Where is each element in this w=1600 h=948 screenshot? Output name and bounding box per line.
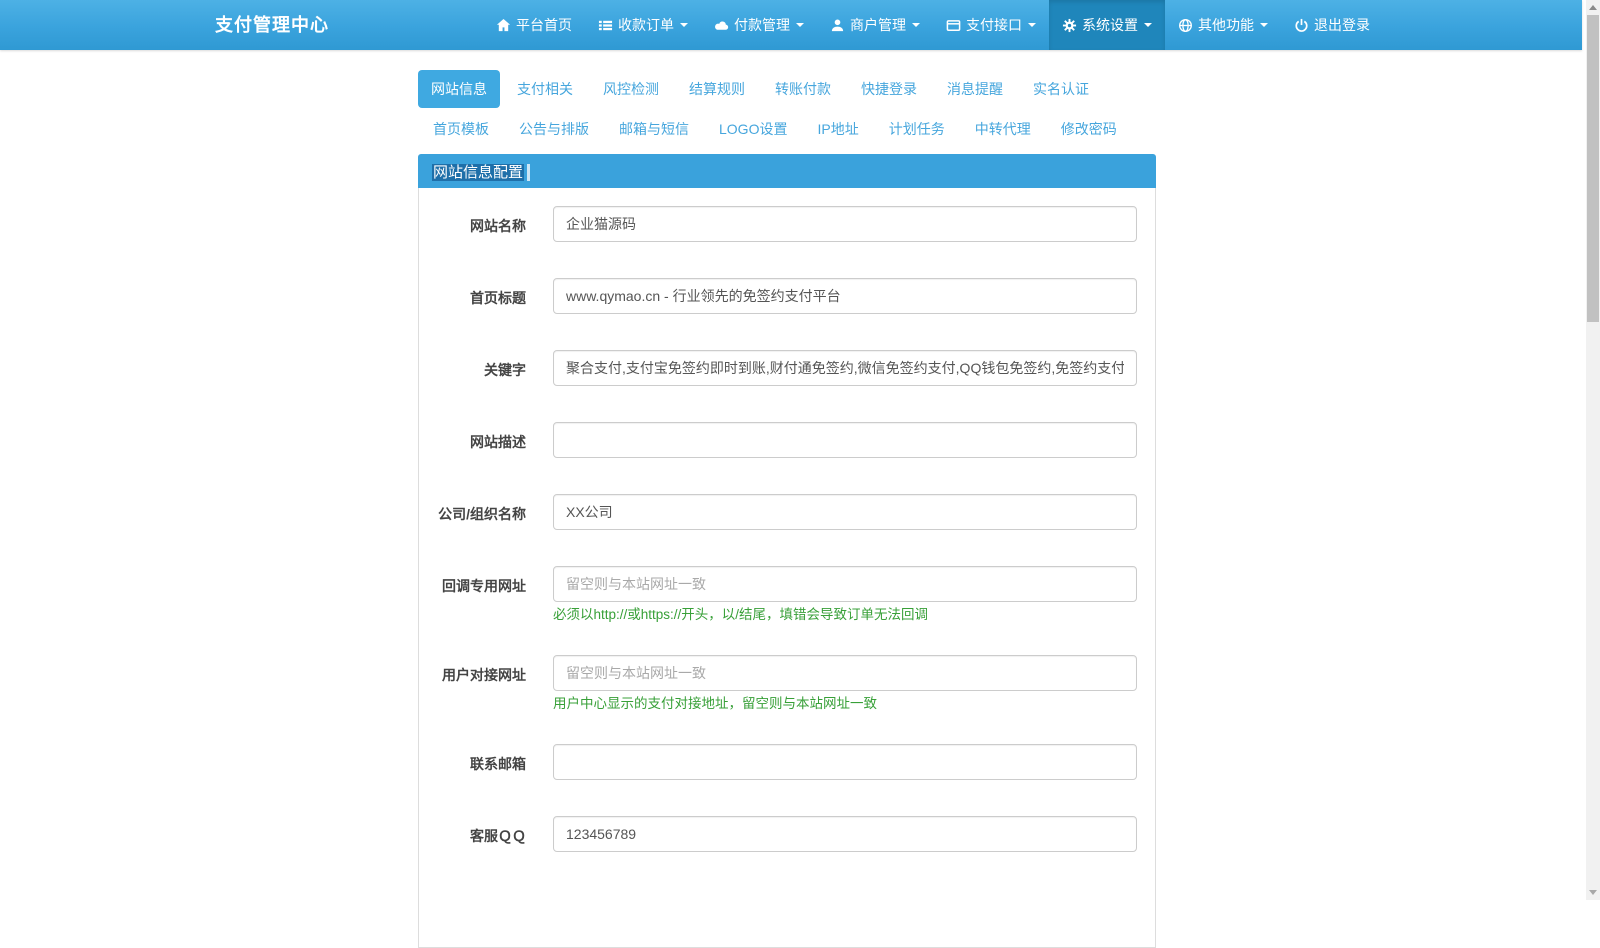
chevron-down-icon [680,23,688,27]
nav-item-label: 系统设置 [1082,17,1138,33]
top-navbar: 支付管理中心 平台首页 收款订单 付款管理 商户管理 支付接口 系统设置 其他功… [0,0,1582,50]
nav-item-orders[interactable]: 收款订单 [585,0,701,50]
user-url-input[interactable] [553,655,1137,691]
field-description: 网站描述 [434,422,1140,458]
home-icon [496,18,511,33]
site-info-panel: 网站信息配置 网站名称 首页标题 关键字 [418,154,1156,948]
description-input[interactable] [553,422,1137,458]
scrollbar-thumb[interactable] [1587,15,1599,322]
nav-item-label: 收款订单 [618,17,674,33]
tab-logo-settings[interactable]: LOGO设置 [706,110,800,148]
field-label: 客服ＱＱ [470,828,526,844]
globe-icon [1178,18,1193,33]
tab-mail-sms[interactable]: 邮箱与短信 [606,110,702,148]
nav-item-label: 支付接口 [966,17,1022,33]
callback-url-input[interactable] [553,566,1137,602]
field-label: 用户对接网址 [442,667,526,683]
tab-change-password[interactable]: 修改密码 [1048,110,1130,148]
chevron-down-icon [1028,23,1036,27]
tab-realname-auth[interactable]: 实名认证 [1020,70,1102,108]
field-label: 关键字 [484,362,526,378]
main-menu: 平台首页 收款订单 付款管理 商户管理 支付接口 系统设置 其他功能 退出登录 [483,0,1383,50]
arrow-up-icon [1589,5,1597,10]
settings-tabs-row1: 网站信息 支付相关 风控检测 结算规则 转账付款 快捷登录 消息提醒 实名认证 [418,70,1156,108]
nav-item-payouts[interactable]: 付款管理 [701,0,817,50]
nav-item-label: 退出登录 [1314,17,1370,33]
nav-item-label: 平台首页 [516,17,572,33]
tab-payment[interactable]: 支付相关 [504,70,586,108]
nav-item-logout[interactable]: 退出登录 [1281,0,1383,50]
field-service-qq: 客服ＱＱ [434,816,1140,852]
keywords-input[interactable] [553,350,1137,386]
gear-icon [1062,18,1077,33]
nav-item-merchants[interactable]: 商户管理 [817,0,933,50]
tab-message-notify[interactable]: 消息提醒 [934,70,1016,108]
arrow-down-icon [1589,890,1597,895]
chevron-down-icon [796,23,804,27]
tab-quick-login[interactable]: 快捷登录 [848,70,930,108]
nav-item-label: 其他功能 [1198,17,1254,33]
tab-transfer-payment[interactable]: 转账付款 [762,70,844,108]
email-input[interactable] [553,744,1137,780]
nav-item-gateways[interactable]: 支付接口 [933,0,1049,50]
tab-announcement[interactable]: 公告与排版 [506,110,602,148]
field-label: 网站描述 [470,434,526,450]
nav-item-label: 付款管理 [734,17,790,33]
field-callback-url: 回调专用网址 必须以http://或https://开头，以/结尾，填错会导致订… [434,566,1140,623]
panel-title: 网站信息配置 [432,161,531,182]
user-url-help: 用户中心显示的支付对接地址，留空则与本站网址一致 [553,696,877,711]
settings-tabs-row2: 首页模板 公告与排版 邮箱与短信 LOGO设置 IP地址 计划任务 中转代理 修… [420,110,1156,148]
scrollbar-up-button[interactable] [1586,0,1600,15]
field-label: 网站名称 [470,218,526,234]
scrollbar-down-button[interactable] [1586,885,1600,900]
chevron-down-icon [912,23,920,27]
field-label: 回调专用网址 [442,578,526,594]
tab-settlement-rules[interactable]: 结算规则 [676,70,758,108]
nav-item-settings[interactable]: 系统设置 [1049,0,1165,50]
nav-item-misc[interactable]: 其他功能 [1165,0,1281,50]
nav-item-label: 商户管理 [850,17,906,33]
tab-cron-tasks[interactable]: 计划任务 [876,110,958,148]
field-user-url: 用户对接网址 用户中心显示的支付对接地址，留空则与本站网址一致 [434,655,1140,712]
panel-header: 网站信息配置 [418,154,1156,188]
tab-relay-proxy[interactable]: 中转代理 [962,110,1044,148]
field-label: 联系邮箱 [470,756,526,772]
tab-ip-address[interactable]: IP地址 [804,110,871,148]
field-label: 公司/组织名称 [438,506,526,522]
company-input[interactable] [553,494,1137,530]
callback-url-help: 必须以http://或https://开头，以/结尾，填错会导致订单无法回调 [553,607,929,622]
field-email: 联系邮箱 [434,744,1140,780]
service-qq-input[interactable] [553,816,1137,852]
nav-item-home[interactable]: 平台首页 [483,0,585,50]
field-site-name: 网站名称 [434,206,1140,242]
field-home-title: 首页标题 [434,278,1140,314]
panel-body: 网站名称 首页标题 关键字 网站描述 [418,188,1156,948]
home-title-input[interactable] [553,278,1137,314]
field-keywords: 关键字 [434,350,1140,386]
chevron-down-icon [1144,23,1152,27]
user-icon [830,18,845,33]
app-title: 支付管理中心 [215,15,329,35]
power-icon [1294,18,1309,33]
text-caret [527,164,531,182]
tab-home-template[interactable]: 首页模板 [420,110,502,148]
card-icon [946,18,961,33]
main-content: 网站信息 支付相关 风控检测 结算规则 转账付款 快捷登录 消息提醒 实名认证 … [418,50,1156,948]
tab-site-info[interactable]: 网站信息 [418,70,500,108]
chevron-down-icon [1260,23,1268,27]
site-name-input[interactable] [553,206,1137,242]
tab-risk-control[interactable]: 风控检测 [590,70,672,108]
vertical-scrollbar [1586,0,1600,900]
cloud-icon [714,18,729,33]
field-company: 公司/组织名称 [434,494,1140,530]
list-icon [598,18,613,33]
field-label: 首页标题 [470,290,526,306]
